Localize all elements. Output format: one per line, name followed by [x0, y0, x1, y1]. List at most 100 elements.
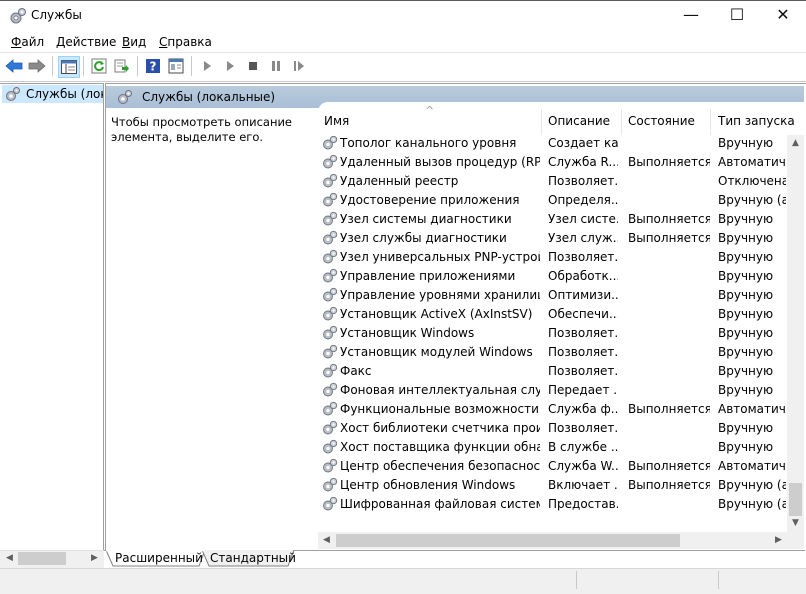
service-name: Фоновая интеллектуальная служба...: [340, 383, 540, 397]
service-gear-icon: [323, 325, 338, 340]
service-name: Тополог канального уровня: [340, 136, 517, 150]
service-status: Выполняется: [628, 155, 710, 169]
service-gear-icon: [323, 192, 338, 207]
menu-file[interactable]: Файл: [11, 35, 44, 49]
stop-service-icon: [249, 62, 257, 70]
service-name: Хост поставщика функции обнару...: [340, 440, 540, 454]
service-startup-type: Вручную: [718, 231, 774, 245]
service-gear-icon: [323, 496, 338, 511]
help-button[interactable]: ?: [143, 56, 163, 76]
maximize-button[interactable]: ☐: [714, 0, 760, 31]
service-gear-icon: [323, 249, 338, 264]
table-row[interactable]: Фоновая интеллектуальная служба... Переда…: [319, 381, 787, 400]
service-description: Передает ...: [548, 383, 618, 397]
scroll-corner: [787, 532, 804, 549]
show-hide-tree-button[interactable]: [58, 56, 80, 78]
scroll-left-arrow-icon[interactable]: ◀: [318, 532, 335, 549]
vertical-scrollbar[interactable]: [787, 135, 804, 532]
service-gear-icon: [323, 306, 338, 321]
back-button[interactable]: [4, 56, 24, 76]
service-description: Служба W...: [548, 459, 618, 473]
export-list-button[interactable]: [112, 56, 132, 76]
service-gear-icon: [323, 211, 338, 226]
stop-service-button[interactable]: [243, 56, 263, 76]
service-gear-icon: [323, 439, 338, 454]
service-description: Обработк...: [548, 269, 618, 283]
tab-standard[interactable]: Стандартный: [204, 551, 302, 566]
menu-view-label: ид: [130, 35, 147, 49]
column-divider[interactable]: [541, 109, 542, 135]
service-startup-type: Автоматиче...: [718, 459, 786, 473]
service-startup-type: Вручную: [718, 250, 774, 264]
tree-scroll-thumb[interactable]: [18, 552, 66, 565]
column-header-name[interactable]: Имя: [324, 113, 349, 135]
table-row[interactable]: Установщик ActiveX (AxInstSV) Обеспечи...…: [319, 305, 787, 324]
scroll-right-arrow-icon[interactable]: ▶: [86, 550, 103, 567]
table-row[interactable]: Удаленный реестр Позволяет... Отключена: [319, 172, 787, 191]
table-row[interactable]: Факс Позволяет... Вручную: [319, 362, 787, 381]
service-startup-type: Вручную: [718, 345, 774, 359]
table-row[interactable]: Шифрованная файловая система (... Предост…: [319, 495, 787, 514]
menu-file-accel: Ф: [11, 35, 22, 49]
table-row[interactable]: Узел системы диагностики Узел систе... Вып…: [319, 210, 787, 229]
service-startup-type: Вручную: [718, 421, 774, 435]
column-header-description[interactable]: Описание: [548, 113, 610, 135]
table-row[interactable]: Удаленный вызов процедур (RPC) Служба R..…: [319, 153, 787, 172]
service-status: Выполняется: [628, 402, 710, 416]
refresh-button[interactable]: [89, 56, 109, 76]
menu-action[interactable]: Действие: [56, 35, 116, 49]
service-name: Установщик модулей Windows: [340, 345, 533, 359]
tree-item-services-local[interactable]: Службы (локальные): [2, 85, 103, 103]
service-name: Установщик Windows: [340, 326, 475, 340]
close-icon: ✕: [776, 5, 790, 24]
table-row[interactable]: Центр обеспечения безопасности Служба W..…: [319, 457, 787, 476]
service-name: Удаленный вызов процедур (RPC): [340, 155, 540, 169]
horizontal-scroll-thumb[interactable]: [336, 534, 680, 547]
table-row[interactable]: Функциональные возможности дл... Служба ф…: [319, 400, 787, 419]
service-description: Позволяет...: [548, 326, 618, 340]
table-row[interactable]: Хост поставщика функции обнару... В служб…: [319, 438, 787, 457]
service-status: Выполняется: [628, 459, 710, 473]
table-row[interactable]: Установщик модулей Windows Позволяет... Вр…: [319, 343, 787, 362]
service-description: Обеспечи...: [548, 307, 618, 321]
table-row[interactable]: Хост библиотеки счетчика произв... Позвол…: [319, 419, 787, 438]
toolbar-separator: [191, 56, 192, 76]
tab-extended[interactable]: Расширенный: [109, 551, 209, 566]
column-divider[interactable]: [710, 109, 711, 135]
table-row[interactable]: Установщик Windows Позволяет... Вручную: [319, 324, 787, 343]
table-row[interactable]: Узел универсальных PNP-устройств Позволяе…: [319, 248, 787, 267]
vertical-scroll-thumb[interactable]: [789, 483, 802, 516]
service-startup-type: Вручную: [718, 269, 774, 283]
scroll-right-arrow-icon[interactable]: ▶: [770, 532, 787, 549]
service-name: Функциональные возможности дл...: [340, 402, 540, 416]
table-row[interactable]: Удостоверение приложения Определя... Вручн…: [319, 191, 787, 210]
close-button[interactable]: ✕: [760, 0, 806, 31]
table-row[interactable]: Центр обновления Windows Включает ... Выпо…: [319, 476, 787, 495]
properties-icon: [168, 58, 184, 74]
start-service-alt-button[interactable]: [220, 56, 240, 76]
scroll-down-arrow-icon[interactable]: ▼: [787, 515, 804, 532]
service-description: Узел служ...: [548, 231, 618, 245]
services-gear-icon: [118, 90, 132, 104]
service-startup-type: Вручную (ак...: [718, 497, 786, 511]
column-header-status[interactable]: Состояние: [628, 113, 695, 135]
service-gear-icon: [323, 173, 338, 188]
start-service-button[interactable]: [197, 56, 217, 76]
column-divider[interactable]: [621, 109, 622, 135]
service-name: Шифрованная файловая система (...: [340, 497, 540, 511]
restart-service-button[interactable]: [289, 56, 309, 76]
minimize-button[interactable]: —: [668, 0, 714, 31]
table-row[interactable]: Узел службы диагностики Узел служ... Выпол…: [319, 229, 787, 248]
menu-help[interactable]: Справка: [159, 35, 212, 49]
column-header-startup-type[interactable]: Тип запуска: [718, 113, 795, 135]
table-row[interactable]: Тополог канального уровня Создает ка... Вр…: [319, 134, 787, 153]
menu-view[interactable]: Вид: [122, 35, 146, 49]
pause-service-button[interactable]: [266, 56, 286, 76]
scroll-up-arrow-icon[interactable]: ▲: [787, 135, 804, 152]
refresh-icon: [91, 58, 107, 74]
forward-button[interactable]: [27, 56, 47, 76]
table-row[interactable]: Управление уровнями хранилища Оптимизи...…: [319, 286, 787, 305]
properties-button[interactable]: [166, 56, 186, 76]
scroll-left-arrow-icon[interactable]: ◀: [1, 550, 18, 567]
table-row[interactable]: Управление приложениями Обработк... Вручну…: [319, 267, 787, 286]
